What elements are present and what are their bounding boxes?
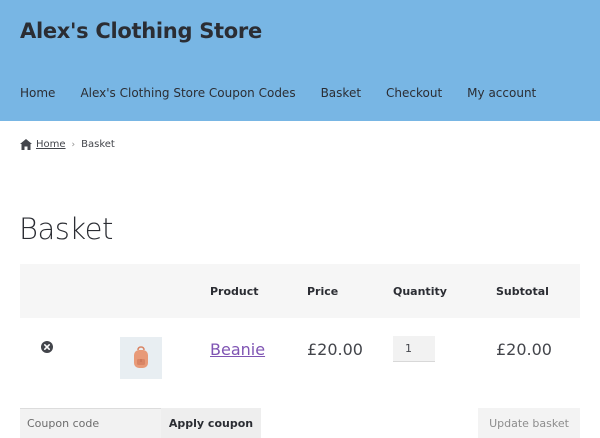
site-header: Alex's Clothing Store Home Alex's Clothi… [0, 0, 600, 121]
column-header-subtotal: Subtotal [496, 285, 549, 298]
column-header-product: Product [210, 285, 259, 298]
column-header-price: Price [307, 285, 339, 298]
page-title: Basket [19, 212, 113, 246]
product-price: £20.00 [307, 340, 363, 359]
nav-item-home[interactable]: Home [20, 86, 55, 100]
home-icon [20, 139, 32, 150]
breadcrumb-current: Basket [81, 139, 115, 150]
product-subtotal: £20.00 [496, 340, 552, 359]
column-header-quantity: Quantity [393, 285, 447, 298]
cart-table: Product Price Quantity Subtotal [20, 264, 580, 318]
nav-item-basket[interactable]: Basket [321, 86, 361, 100]
breadcrumb: Home › Basket [20, 139, 115, 150]
main-nav: Home Alex's Clothing Store Coupon Codes … [20, 86, 561, 100]
backpack-icon [134, 346, 148, 368]
breadcrumb-home-link[interactable]: Home [36, 139, 66, 150]
cart-actions: Apply coupon Update basket [20, 408, 580, 438]
site-title[interactable]: Alex's Clothing Store [20, 19, 262, 43]
nav-item-my-account[interactable]: My account [467, 86, 536, 100]
update-basket-button[interactable]: Update basket [478, 408, 580, 438]
coupon-code-input[interactable] [20, 408, 161, 438]
cart-table-header: Product Price Quantity Subtotal [20, 264, 580, 318]
product-thumbnail[interactable] [120, 337, 162, 379]
remove-item-icon[interactable] [41, 341, 53, 353]
nav-item-coupon-codes[interactable]: Alex's Clothing Store Coupon Codes [80, 86, 295, 100]
product-link[interactable]: Beanie [210, 340, 265, 359]
apply-coupon-button[interactable]: Apply coupon [161, 408, 261, 438]
quantity-input[interactable] [393, 336, 435, 362]
nav-item-checkout[interactable]: Checkout [386, 86, 442, 100]
breadcrumb-separator: › [71, 139, 76, 150]
